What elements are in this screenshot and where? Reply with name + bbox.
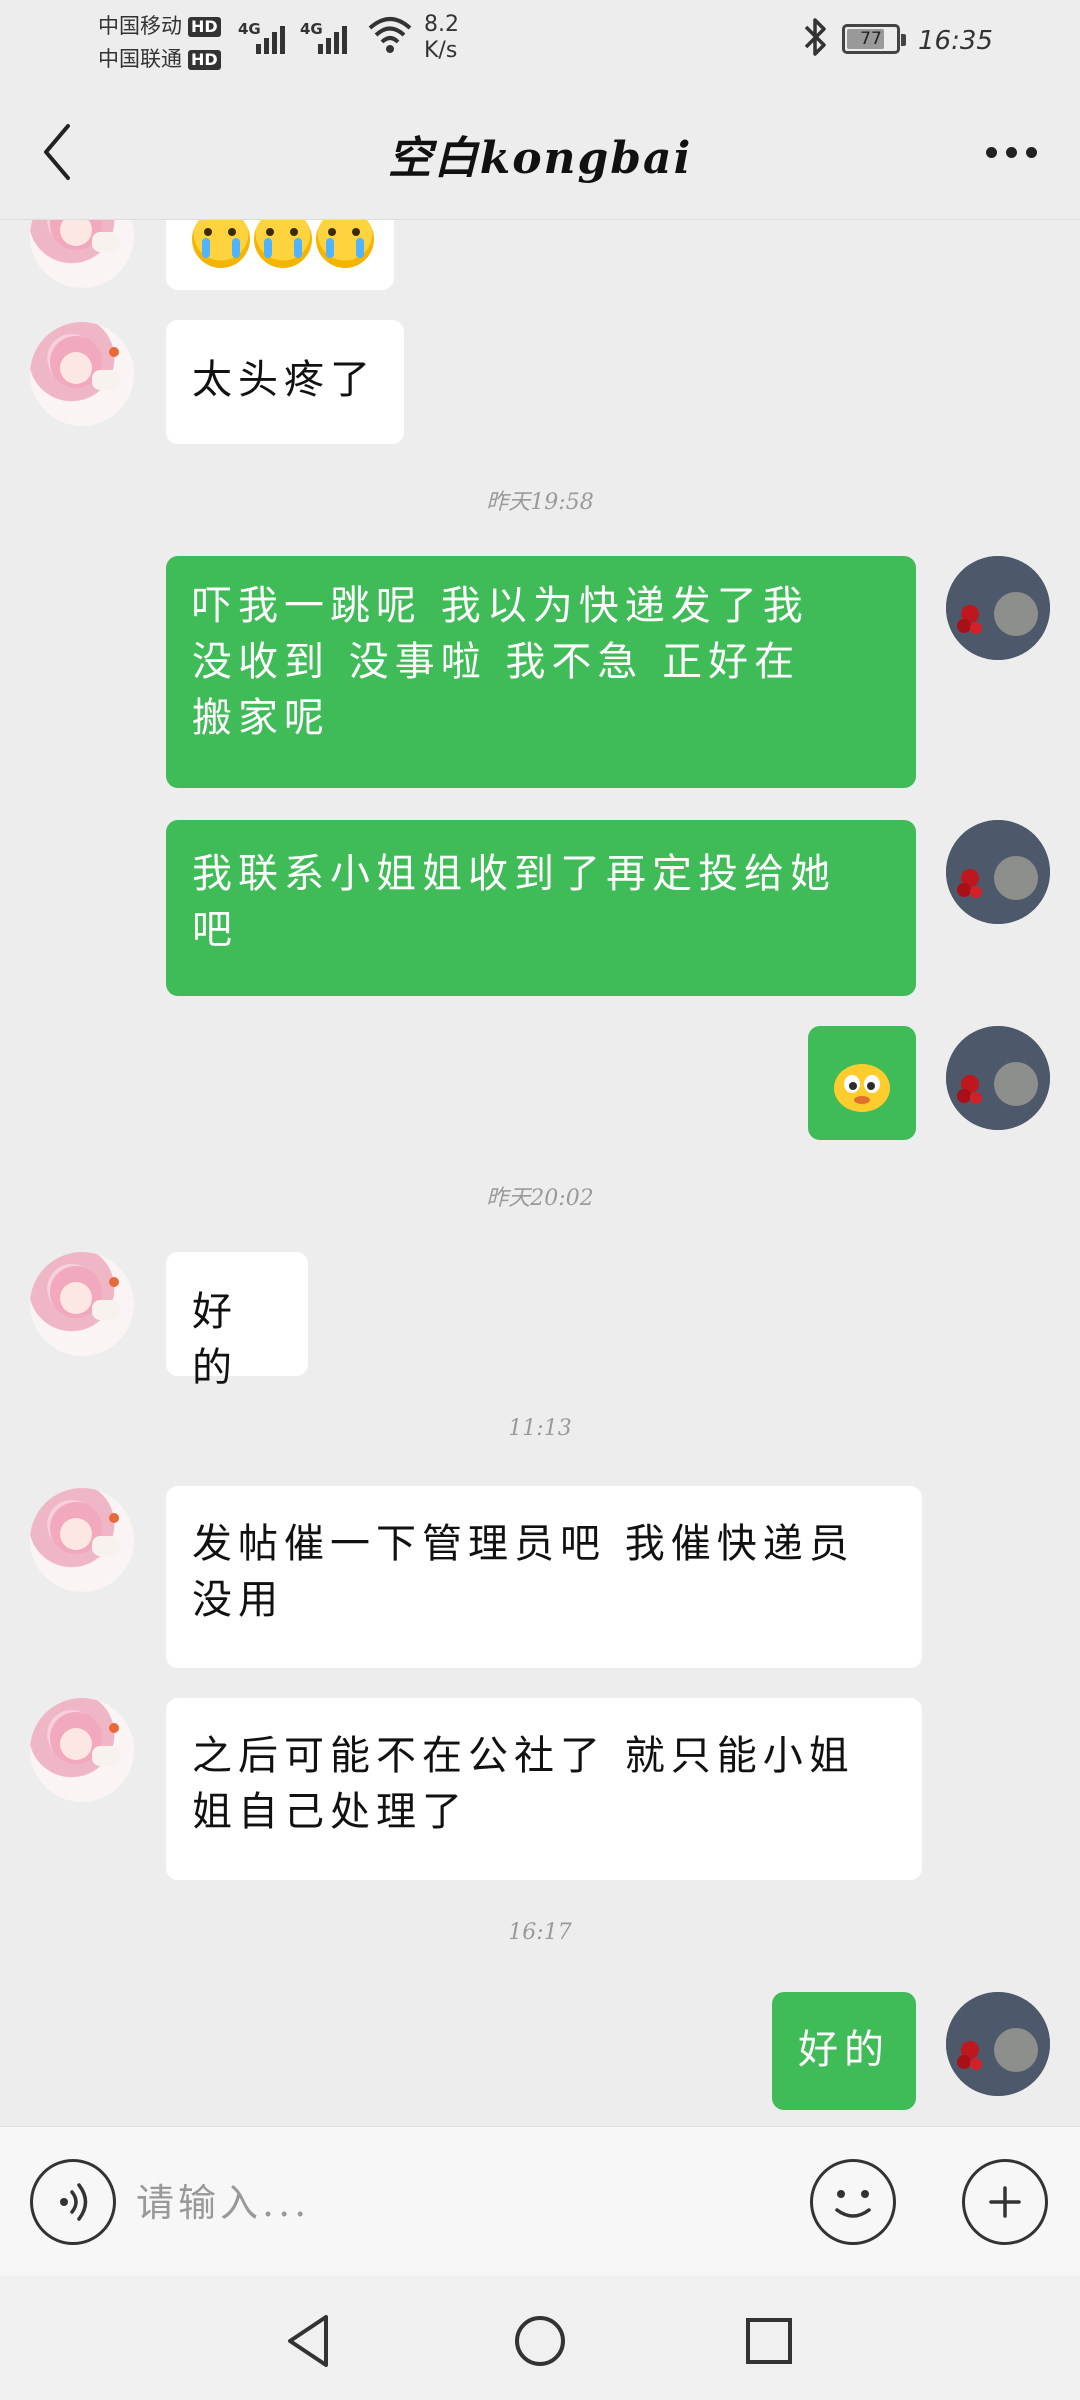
speed-unit: K/s <box>424 38 458 63</box>
title-bar: 空白kongbai <box>0 84 1080 220</box>
nav-recents-button[interactable] <box>734 2306 804 2376</box>
chat-timestamp: 11:13 <box>508 1416 572 1441</box>
battery-icon: 77 <box>842 24 906 54</box>
crying-emoji-icon <box>254 220 312 268</box>
message-bubble-self[interactable]: 我联系小姐姐收到了再定投给她 吧 <box>166 820 916 996</box>
emoji-button[interactable] <box>810 2159 896 2245</box>
message-text: 太头疼了 <box>192 357 376 403</box>
carrier-1: 中国移动 <box>98 14 182 38</box>
more-button[interactable] <box>966 122 1056 182</box>
contact-avatar[interactable] <box>30 322 134 426</box>
smiley-icon <box>835 2190 871 2218</box>
nav-back-button[interactable] <box>274 2306 344 2376</box>
message-bubble-self[interactable]: 吓我一跳呢 我以为快递发了我 没收到 没事啦 我不急 正好在 搬家呢 <box>166 556 916 788</box>
message-text: 好的 <box>798 2027 890 2073</box>
hd-badge-1: HD <box>188 16 221 37</box>
back-triangle-icon <box>288 2315 328 2367</box>
speed-value: 8.2 <box>424 12 459 37</box>
message-bubble-other[interactable]: 发帖催一下管理员吧 我催快递员 没用 <box>166 1486 922 1668</box>
voice-button[interactable] <box>30 2159 116 2245</box>
bluetooth-icon <box>804 18 826 56</box>
plus-button[interactable] <box>962 2159 1048 2245</box>
message-bubble-self[interactable] <box>808 1026 916 1140</box>
message-text: 吓我一跳呢 我以为快递发了我 <box>192 583 809 629</box>
signal-icon: 4G <box>300 16 352 56</box>
voice-icon <box>60 2183 88 2221</box>
hd-badge-2: HD <box>188 49 221 70</box>
status-bar: 中国移动 HD 中国联通 HD 4G 4G 8.2 K/s 77 16:35 <box>0 0 1080 84</box>
crying-emoji-icon <box>192 220 250 268</box>
contact-avatar[interactable] <box>30 1488 134 1592</box>
message-text: 发帖催一下管理员吧 我催快递员 <box>192 1521 855 1567</box>
contact-avatar[interactable] <box>30 1252 134 1356</box>
message-text: 没用 <box>192 1577 284 1623</box>
message-bubble-other[interactable]: 太头疼了 <box>166 320 404 444</box>
signal-icon: 4G <box>238 16 290 56</box>
more-icon <box>985 146 997 158</box>
home-circle-icon <box>515 2316 565 2366</box>
carrier-2: 中国联通 <box>98 47 182 71</box>
message-bubble-other[interactable]: 好的 <box>166 1252 308 1391</box>
wifi-icon <box>368 17 412 53</box>
message-text: 我联系小姐姐收到了再定投给她 <box>192 851 836 897</box>
input-bar <box>0 2126 1080 2276</box>
back-button[interactable] <box>22 114 92 190</box>
page-title: 空白kongbai <box>387 133 693 184</box>
emoji-row <box>192 220 378 268</box>
message-bubble-other[interactable]: 😭😭😭 <box>166 220 394 290</box>
sticker-icon <box>834 1064 890 1112</box>
user-avatar[interactable] <box>946 820 1050 924</box>
recents-square-icon <box>746 2318 792 2364</box>
chat-area[interactable]: 😭😭😭 太头疼了 昨天19:58 吓我一跳呢 我以为快递发了我 没收到 没事啦 … <box>0 220 1080 2126</box>
message-text: 好的 <box>192 1289 238 1391</box>
user-avatar[interactable] <box>946 556 1050 660</box>
crying-emoji-icon <box>316 220 374 268</box>
message-text: 之后可能不在公社了 就只能小姐 <box>192 1733 855 1779</box>
chat-timestamp: 16:17 <box>508 1920 572 1945</box>
message-text: 姐自己处理了 <box>192 1789 468 1835</box>
plus-icon <box>989 2186 1021 2218</box>
message-bubble-self[interactable]: 好的 <box>772 1992 916 2110</box>
signal-group: 4G 4G <box>238 16 352 56</box>
status-time: 16:35 <box>918 26 993 56</box>
contact-avatar[interactable] <box>30 1698 134 1802</box>
user-avatar[interactable] <box>946 1026 1050 1130</box>
chat-timestamp: 昨天19:58 <box>486 490 594 515</box>
system-nav-bar <box>0 2276 1080 2400</box>
message-bubble-other[interactable]: 之后可能不在公社了 就只能小姐 姐自己处理了 <box>166 1698 922 1880</box>
message-text: 吧 <box>192 907 238 953</box>
user-avatar[interactable] <box>946 1992 1050 2096</box>
carrier-info: 中国移动 HD 中国联通 HD <box>98 10 221 76</box>
network-speed: 8.2 K/s <box>424 12 459 64</box>
chat-timestamp: 昨天20:02 <box>486 1186 594 1211</box>
message-input[interactable] <box>136 2167 776 2239</box>
message-text: 没收到 没事啦 我不急 正好在 <box>192 639 801 685</box>
battery-level: 77 <box>860 29 882 49</box>
message-text: 搬家呢 <box>192 695 330 741</box>
contact-avatar[interactable] <box>30 220 134 288</box>
chevron-left-icon <box>44 124 70 180</box>
nav-home-button[interactable] <box>505 2306 575 2376</box>
